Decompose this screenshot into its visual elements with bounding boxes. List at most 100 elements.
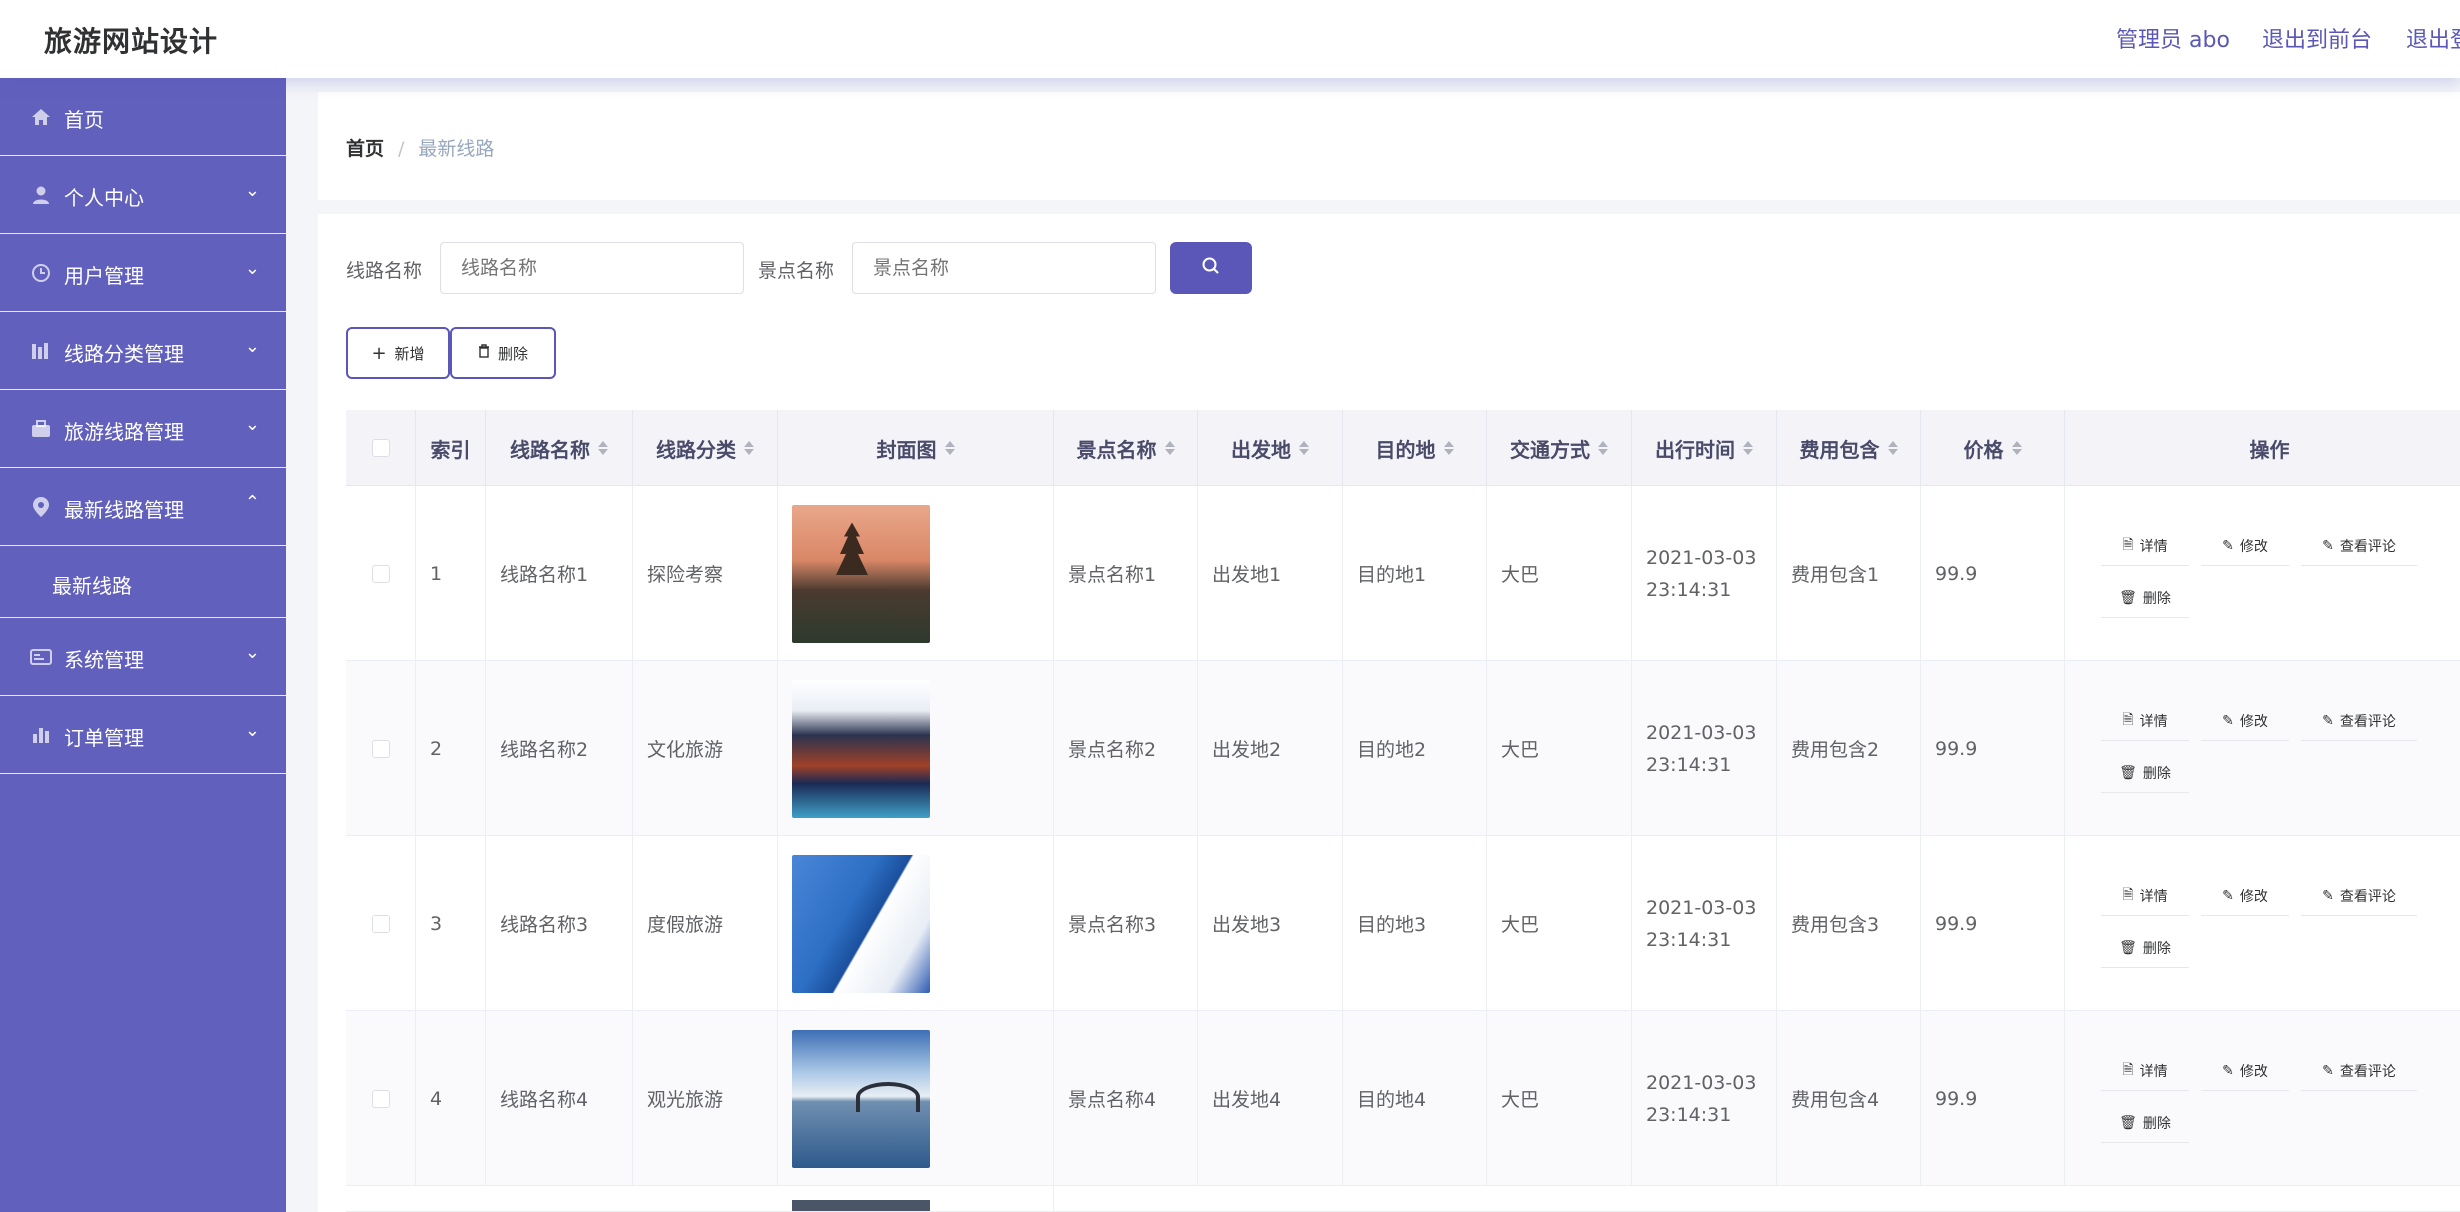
- pencil-icon: ✎: [2222, 887, 2234, 904]
- cell-price: 99.9: [1921, 661, 2065, 836]
- column-header-transport[interactable]: 交通方式: [1487, 410, 1632, 486]
- column-header-cover[interactable]: 封面图: [778, 410, 1054, 486]
- column-header-category[interactable]: 线路分类: [633, 410, 778, 486]
- sort-icon[interactable]: [1443, 441, 1454, 455]
- row-delete-button[interactable]: 🗑 删除: [2101, 753, 2189, 793]
- sidebar-item-label: 个人中心: [64, 186, 144, 210]
- back-to-frontend-link[interactable]: 退出到前台: [2262, 22, 2372, 54]
- sidebar-subitem-latest-route[interactable]: 最新线路: [0, 546, 286, 618]
- cell-price: 99.9: [1921, 486, 2065, 661]
- chevron-up-icon: ⌃: [244, 492, 260, 513]
- sidebar-item-route-category[interactable]: 线路分类管理 ⌄: [0, 312, 286, 390]
- sort-icon[interactable]: [1743, 441, 1753, 455]
- breadcrumb-home[interactable]: 首页: [346, 138, 384, 160]
- row-select-cell: [346, 486, 416, 661]
- select-all-checkbox[interactable]: [371, 439, 390, 457]
- route-name-label: 线路名称: [346, 260, 423, 282]
- table-row-partial: [346, 1186, 2460, 1212]
- cell-route-name: 线路名称2: [486, 661, 633, 836]
- edit-button[interactable]: ✎ 修改: [2201, 876, 2289, 916]
- detail-button[interactable]: 🗎 详情: [2101, 701, 2189, 741]
- cell-actions: 🗎 详情 ✎ 修改 ✎ 查看评论 🗑 删除: [2065, 486, 2460, 661]
- cell-scenic-name: 景点名称3: [1054, 836, 1198, 1011]
- sort-icon[interactable]: [944, 441, 955, 455]
- detail-button[interactable]: 🗎 详情: [2101, 876, 2189, 916]
- column-header-travel-time[interactable]: 出行时间: [1632, 410, 1777, 486]
- sidebar-item-label: 系统管理: [64, 648, 144, 672]
- pencil-icon: ✎: [2322, 1062, 2334, 1079]
- view-comments-button[interactable]: ✎ 查看评论: [2301, 701, 2417, 741]
- chevron-down-icon: ⌄: [244, 414, 260, 435]
- admin-user-link[interactable]: 管理员 abo: [2116, 22, 2230, 54]
- row-delete-button[interactable]: 🗑 删除: [2101, 1103, 2189, 1143]
- chevron-down-icon: ⌄: [244, 258, 260, 279]
- trash-icon: 🗑: [2119, 1114, 2137, 1131]
- sort-icon[interactable]: [744, 441, 754, 455]
- cell-time: 23:14:31: [1646, 1103, 1732, 1126]
- sidebar-item-order-management[interactable]: 订单管理 ⌄: [0, 696, 286, 774]
- briefcase-icon: [30, 418, 52, 440]
- sort-icon[interactable]: [1299, 441, 1309, 455]
- row-select-cell: [346, 1011, 416, 1186]
- column-header-scenic-name[interactable]: 景点名称: [1054, 410, 1198, 486]
- logout-link[interactable]: 退出登录: [2406, 22, 2460, 54]
- route-name-input[interactable]: [440, 242, 744, 294]
- column-header-actions: 操作: [2065, 410, 2460, 486]
- routes-table: 索引 线路名称 线路分类 封面图 景点名称 出发地 目的地 交通方式 出行时间 …: [346, 410, 2460, 1212]
- cell-transport: 大巴: [1487, 1011, 1632, 1186]
- row-delete-button[interactable]: 🗑 删除: [2101, 578, 2189, 618]
- row-checkbox[interactable]: [371, 1089, 390, 1108]
- cell-index: 1: [416, 486, 486, 661]
- row-checkbox[interactable]: [371, 739, 390, 758]
- sort-icon[interactable]: [1887, 441, 1898, 455]
- chart-icon: [30, 724, 52, 746]
- view-comments-button[interactable]: ✎ 查看评论: [2301, 1051, 2417, 1091]
- column-header-price[interactable]: 价格: [1921, 410, 2065, 486]
- cell-fee: 费用包含4: [1777, 1011, 1921, 1186]
- edit-button[interactable]: ✎ 修改: [2201, 701, 2289, 741]
- column-header-route-name[interactable]: 线路名称: [486, 410, 633, 486]
- cell-cover: [778, 1186, 1054, 1211]
- row-delete-button[interactable]: 🗑 删除: [2101, 928, 2189, 968]
- detail-button[interactable]: 🗎 详情: [2101, 1051, 2189, 1091]
- trash-icon: 🗑: [2119, 764, 2137, 781]
- table-row: 4 线路名称4 观光旅游 景点名称4 出发地4 目的地4 大巴 2021-03-…: [346, 1011, 2460, 1186]
- search-button[interactable]: [1170, 242, 1252, 294]
- column-header-destination[interactable]: 目的地: [1343, 410, 1487, 486]
- sidebar-item-personal-center[interactable]: 个人中心 ⌄: [0, 156, 286, 234]
- sidebar-item-travel-route[interactable]: 旅游线路管理 ⌄: [0, 390, 286, 468]
- row-checkbox[interactable]: [371, 564, 390, 583]
- view-comments-button[interactable]: ✎ 查看评论: [2301, 876, 2417, 916]
- cell-destination: 目的地3: [1343, 836, 1487, 1011]
- row-checkbox[interactable]: [371, 914, 390, 933]
- sort-icon[interactable]: [598, 441, 608, 455]
- delete-button[interactable]: 删除: [450, 327, 556, 379]
- column-header-fee[interactable]: 费用包含: [1777, 410, 1921, 486]
- sort-icon[interactable]: [2011, 441, 2022, 455]
- cell-route-name: 线路名称1: [486, 486, 633, 661]
- document-icon: 🗎: [2122, 536, 2134, 553]
- edit-button[interactable]: ✎ 修改: [2201, 1051, 2289, 1091]
- document-icon: 🗎: [2122, 1061, 2134, 1078]
- bars-icon: [30, 340, 52, 362]
- sort-icon[interactable]: [1164, 441, 1175, 455]
- breadcrumb-current: 最新线路: [418, 138, 495, 160]
- cell-travel-time: 2021-03-03 23:14:31: [1632, 836, 1777, 1011]
- add-button[interactable]: + 新增: [346, 327, 450, 379]
- location-pin-icon: [30, 496, 52, 518]
- cell-time: 23:14:31: [1646, 753, 1732, 776]
- detail-button[interactable]: 🗎 详情: [2101, 526, 2189, 566]
- column-header-departure[interactable]: 出发地: [1198, 410, 1343, 486]
- sidebar-item-home[interactable]: 首页: [0, 78, 286, 156]
- cell-index: 2: [416, 661, 486, 836]
- edit-button[interactable]: ✎ 修改: [2201, 526, 2289, 566]
- sidebar-item-user-management[interactable]: 用户管理 ⌄: [0, 234, 286, 312]
- sidebar-item-system-management[interactable]: 系统管理 ⌄: [0, 618, 286, 696]
- cell-date: 2021-03-03: [1646, 896, 1757, 919]
- view-comments-button[interactable]: ✎ 查看评论: [2301, 526, 2417, 566]
- sidebar-item-latest-route-management[interactable]: 最新线路管理 ⌃: [0, 468, 286, 546]
- cell-time: 23:14:31: [1646, 928, 1732, 951]
- clock-icon: [30, 262, 52, 284]
- sort-icon[interactable]: [1598, 441, 1608, 455]
- scenic-name-input[interactable]: [852, 242, 1156, 294]
